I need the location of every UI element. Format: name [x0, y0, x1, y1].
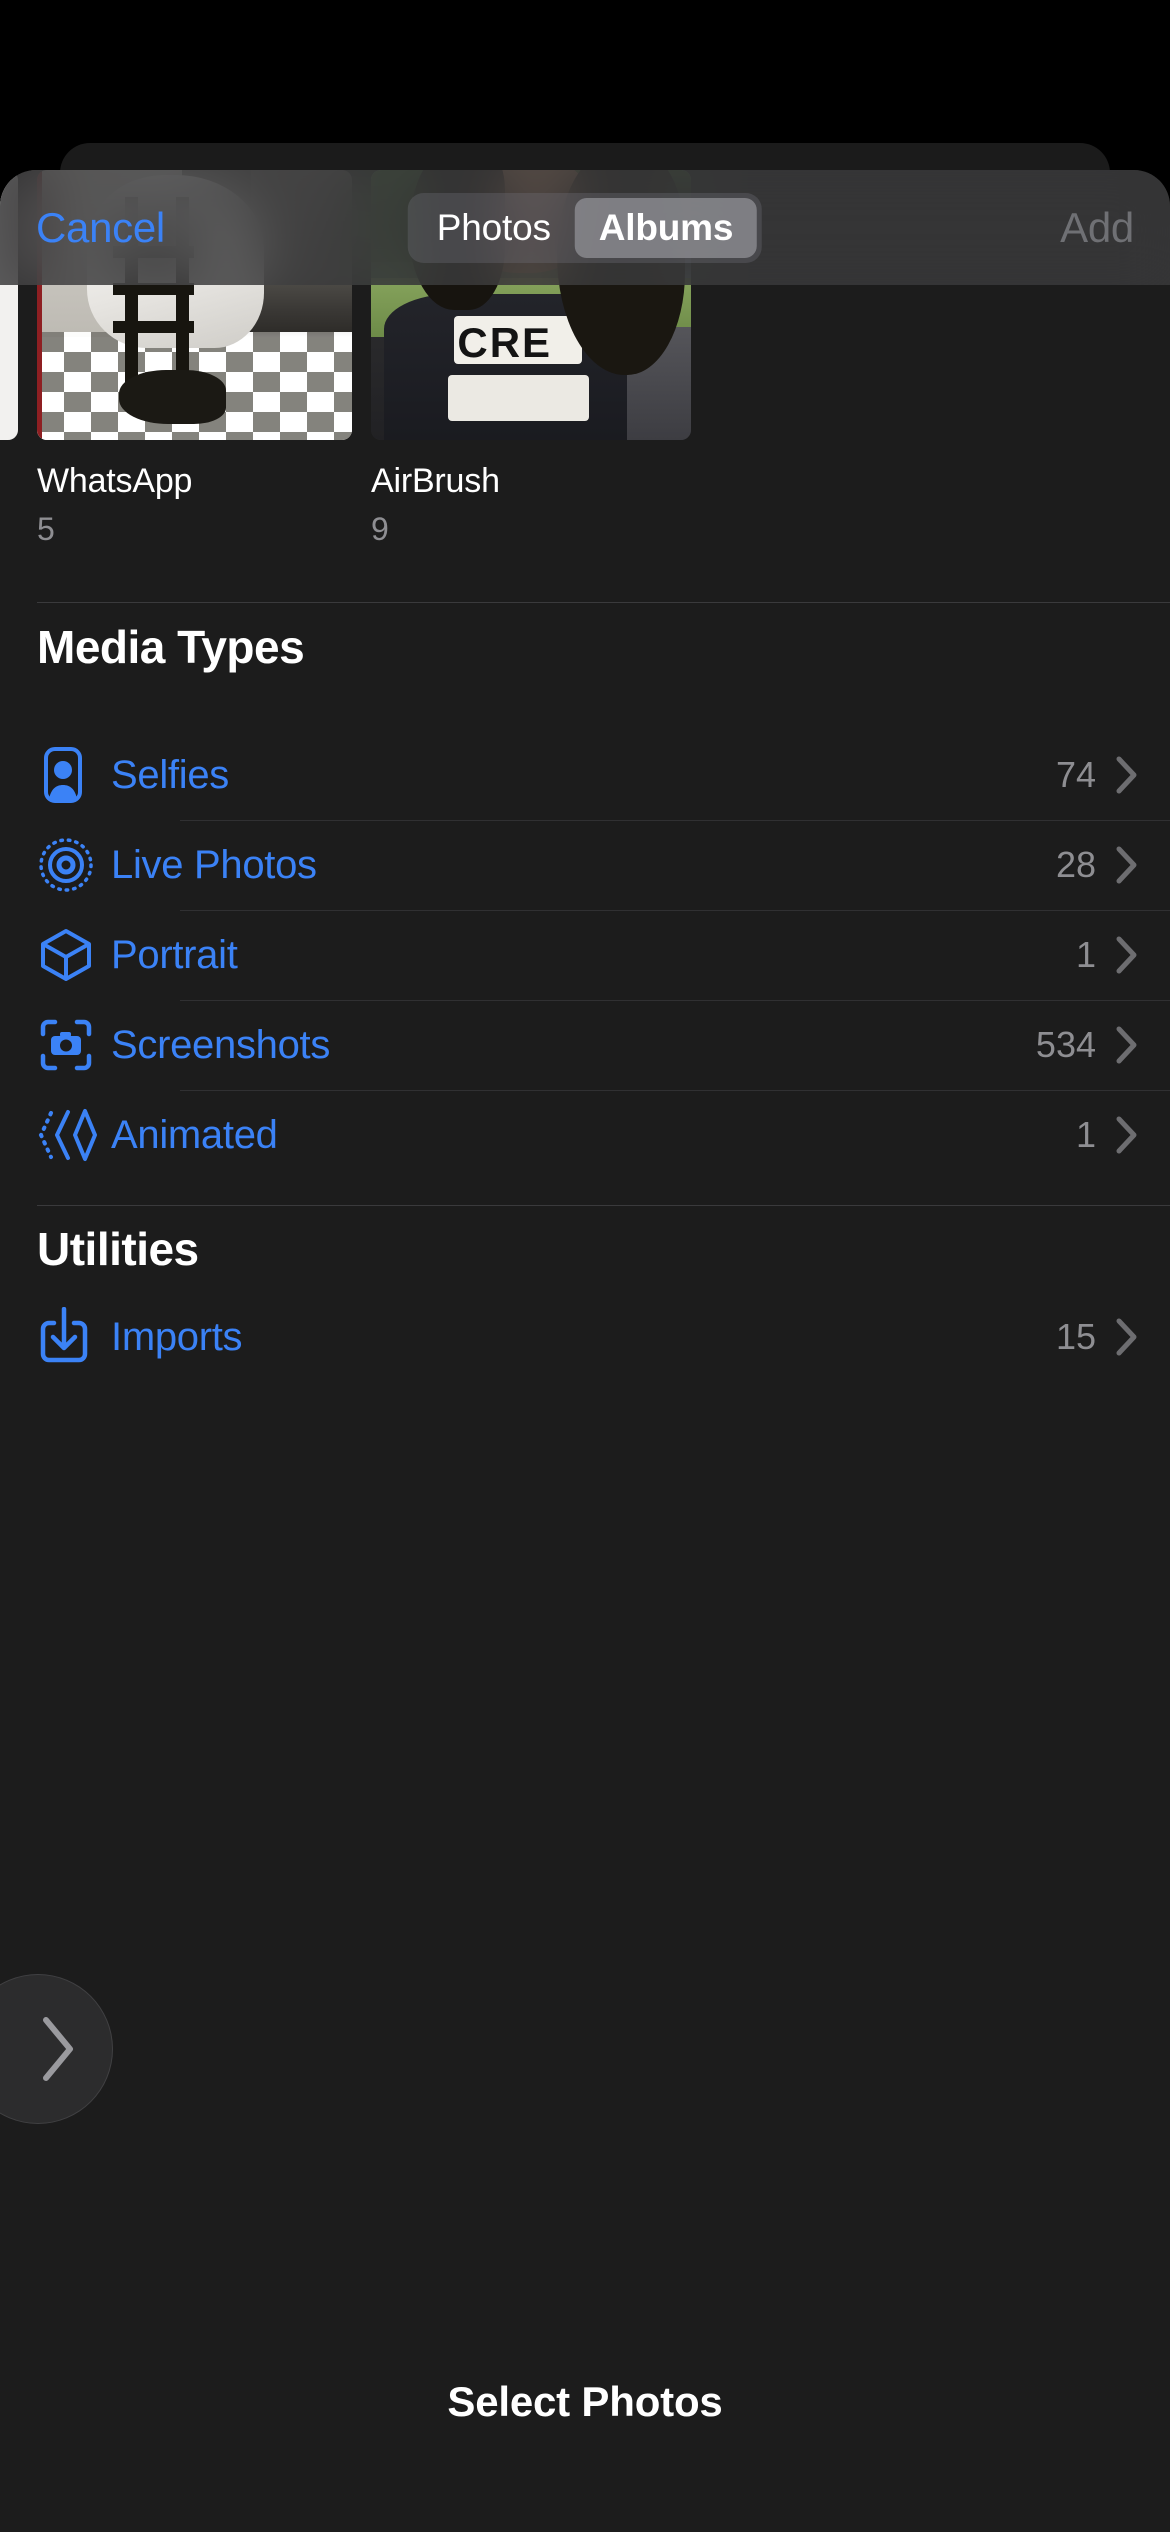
portrait-icon	[37, 926, 111, 984]
list-item-selfies[interactable]: Selfies 74	[0, 730, 1170, 820]
cancel-button[interactable]: Cancel	[36, 204, 165, 252]
list-item-imports[interactable]: Imports 15	[0, 1292, 1170, 1382]
tab-photos[interactable]: Photos	[413, 198, 575, 258]
chevron-right-icon	[1116, 1318, 1138, 1356]
imports-icon	[37, 1307, 111, 1367]
live-photos-icon	[37, 836, 111, 894]
navigation-bar: Cancel Photos Albums Add	[0, 170, 1170, 285]
list-item-count: 74	[1056, 754, 1096, 796]
section-heading-media-types: Media Types	[37, 620, 304, 674]
album-count: 9	[371, 511, 691, 548]
photo-picker-sheet: ♡ ♡ ♡	[0, 170, 1170, 2532]
chevron-right-icon	[1116, 756, 1138, 794]
list-item-label: Imports	[111, 1315, 1056, 1360]
chevron-right-icon	[1116, 1026, 1138, 1064]
list-item-animated[interactable]: Animated 1	[0, 1090, 1170, 1180]
shirt-print-text: CRE	[457, 319, 579, 362]
list-item-count: 1	[1076, 934, 1096, 976]
tab-albums[interactable]: Albums	[575, 198, 757, 258]
list-item-count: 534	[1036, 1024, 1096, 1066]
section-heading-utilities: Utilities	[37, 1222, 199, 1276]
phone-screen: ♡ ♡ ♡	[0, 0, 1170, 2532]
list-item-label: Animated	[111, 1113, 1076, 1158]
selfies-icon	[37, 746, 111, 804]
list-item-label: Selfies	[111, 753, 1056, 798]
section-divider	[37, 602, 1170, 603]
album-title: AirBrush	[371, 462, 691, 501]
select-photos-button[interactable]: Select Photos	[447, 2378, 722, 2426]
segmented-control[interactable]: Photos Albums	[408, 193, 762, 263]
bottom-bar: Select Photos	[0, 2332, 1170, 2532]
chevron-right-icon	[38, 2014, 78, 2084]
list-item-count: 15	[1056, 1316, 1096, 1358]
animated-icon	[37, 1106, 111, 1164]
list-item-count: 1	[1076, 1114, 1096, 1156]
chevron-right-icon	[1116, 1116, 1138, 1154]
list-item-count: 28	[1056, 844, 1096, 886]
list-item-label: Live Photos	[111, 843, 1056, 888]
chevron-right-icon	[1116, 846, 1138, 884]
list-item-portrait[interactable]: Portrait 1	[0, 910, 1170, 1000]
screenshots-icon	[37, 1016, 111, 1074]
chevron-right-icon	[1116, 936, 1138, 974]
section-divider	[37, 1205, 1170, 1206]
list-item-label: Screenshots	[111, 1023, 1036, 1068]
list-item-live-photos[interactable]: Live Photos 28	[0, 820, 1170, 910]
scroll-content[interactable]: ♡ ♡ ♡	[0, 170, 1170, 2532]
add-button[interactable]: Add	[1060, 204, 1134, 252]
album-title: WhatsApp	[37, 462, 352, 501]
list-item-label: Portrait	[111, 933, 1076, 978]
album-count: 5	[37, 511, 352, 548]
list-item-screenshots[interactable]: Screenshots 534	[0, 1000, 1170, 1090]
